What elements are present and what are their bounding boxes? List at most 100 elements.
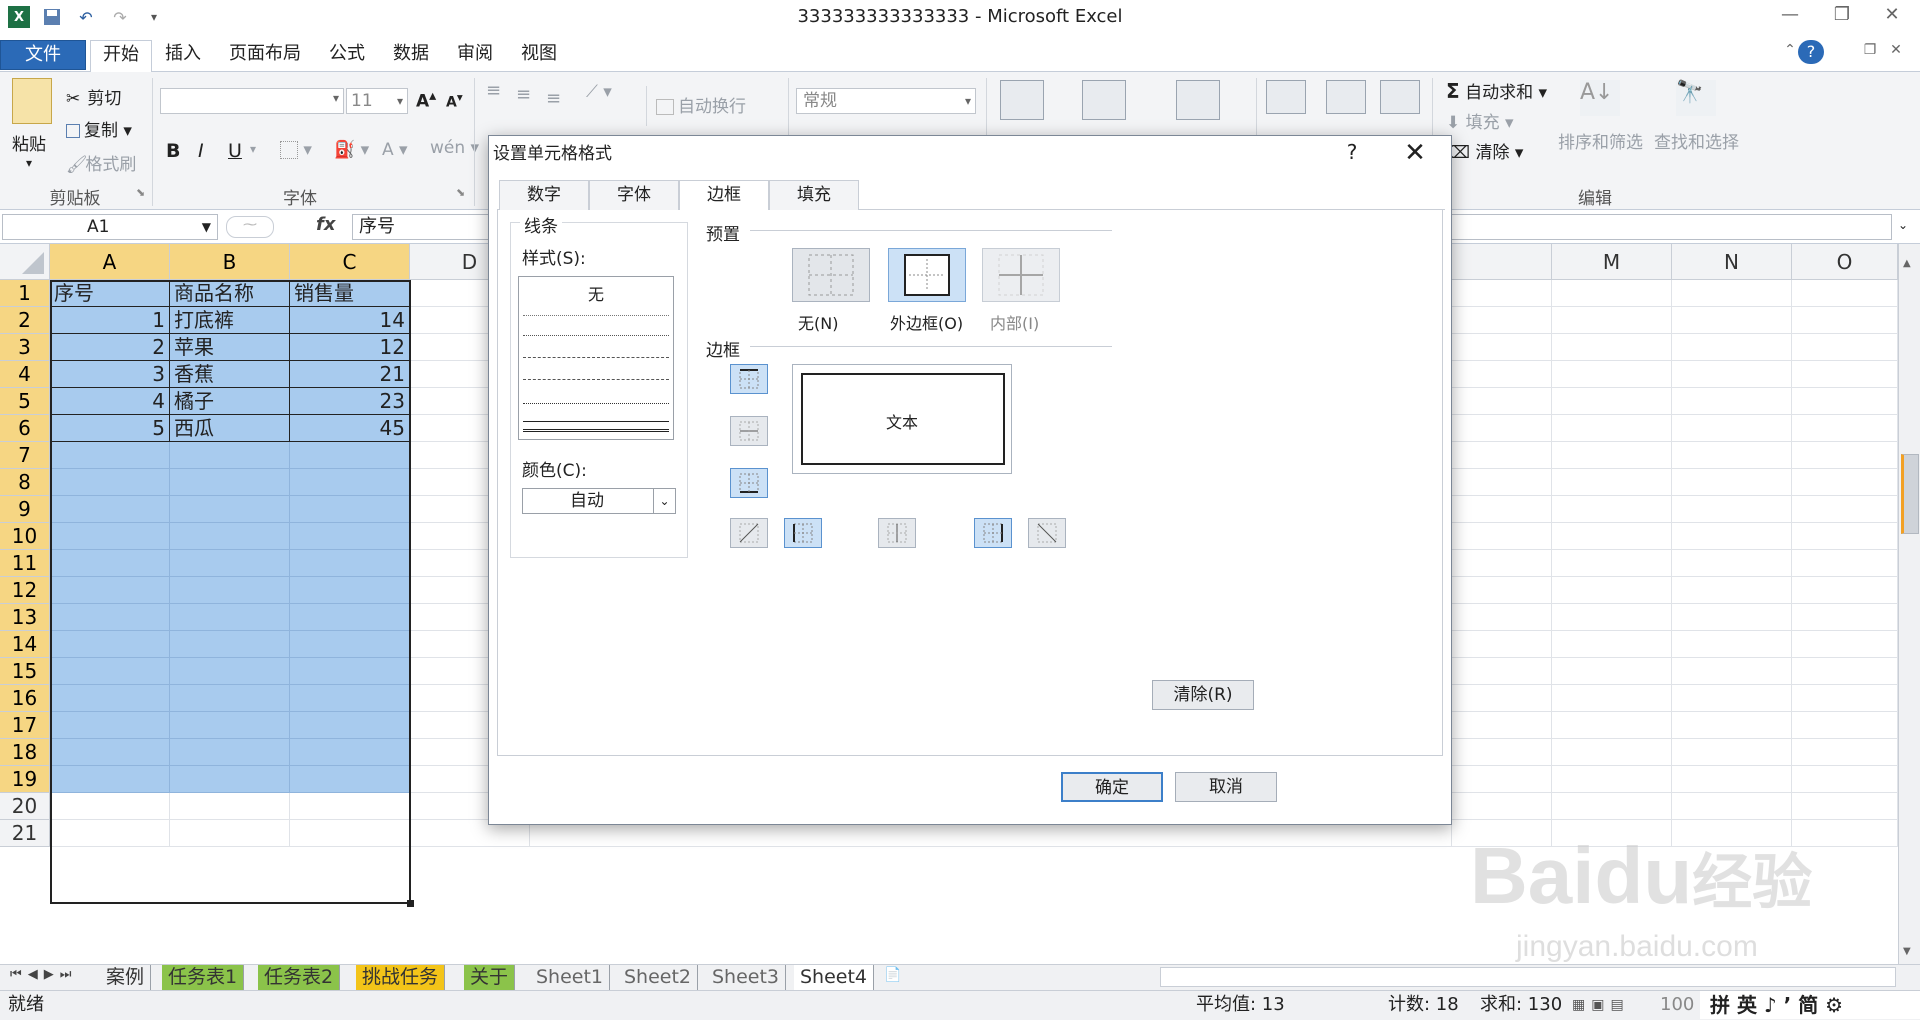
format-cells-icon[interactable] [1380, 80, 1420, 114]
grid-cell[interactable] [1672, 523, 1792, 550]
top-align-icon[interactable]: ≡ [486, 80, 501, 101]
grid-cell[interactable] [290, 712, 410, 739]
conditional-format-icon[interactable] [1000, 80, 1044, 120]
grid-cell[interactable] [170, 523, 290, 550]
grid-cell[interactable] [290, 442, 410, 469]
grid-cell[interactable]: 打底裤 [170, 307, 290, 334]
grid-cell[interactable] [1792, 604, 1898, 631]
font-size-combo[interactable]: 11 ▾ [346, 88, 408, 114]
grid-cell[interactable] [170, 604, 290, 631]
sheet-tab-sheet4[interactable]: Sheet4 [794, 965, 875, 990]
grid-cell[interactable] [1552, 685, 1672, 712]
grid-cell[interactable] [1672, 631, 1792, 658]
shrink-font-button[interactable]: A▾ [446, 90, 463, 111]
grid-cell[interactable] [1672, 577, 1792, 604]
grid-cell[interactable] [290, 523, 410, 550]
grid-cell[interactable] [1452, 334, 1552, 361]
grid-cell[interactable] [1672, 442, 1792, 469]
grid-cell[interactable] [1452, 739, 1552, 766]
line-style-option[interactable] [523, 315, 669, 316]
grid-cell[interactable] [290, 658, 410, 685]
row-header[interactable]: 18 [0, 739, 50, 766]
grid-cell[interactable]: 21 [290, 361, 410, 388]
grid-cell[interactable] [290, 604, 410, 631]
grid-cell[interactable] [1452, 442, 1552, 469]
grid-cell[interactable] [1552, 604, 1672, 631]
select-all-corner[interactable] [0, 244, 50, 280]
grid-cell[interactable] [290, 685, 410, 712]
grid-cell[interactable] [1672, 496, 1792, 523]
grid-cell[interactable] [50, 496, 170, 523]
grid-cell[interactable] [50, 712, 170, 739]
column-header-b[interactable]: B [170, 244, 290, 280]
grid-cell[interactable] [1552, 658, 1672, 685]
row-header[interactable]: 20 [0, 793, 50, 820]
grid-cell[interactable] [1552, 550, 1672, 577]
grid-cell[interactable] [170, 820, 290, 847]
grid-cell[interactable] [170, 685, 290, 712]
grid-cell[interactable]: 西瓜 [170, 415, 290, 442]
grid-cell[interactable] [1452, 685, 1552, 712]
grid-cell[interactable] [1452, 496, 1552, 523]
wrap-text-button[interactable]: 自动换行 [656, 92, 746, 117]
grid-cell[interactable]: 橘子 [170, 388, 290, 415]
border-middle-horizontal-button[interactable] [730, 416, 768, 446]
copy-button[interactable]: 复制 ▾ [66, 116, 132, 141]
line-style-option-selected[interactable] [523, 429, 669, 432]
cell-styles-icon[interactable] [1176, 80, 1220, 120]
row-header[interactable]: 6 [0, 415, 50, 442]
grid-cell[interactable] [1672, 469, 1792, 496]
grid-cell[interactable] [1792, 469, 1898, 496]
minimize-icon[interactable]: — [1770, 4, 1810, 30]
paste-dropdown-icon[interactable]: ▾ [26, 156, 32, 170]
grid-cell[interactable] [1452, 712, 1552, 739]
tab-border[interactable]: 边框 [679, 180, 769, 212]
grid-cell[interactable] [1672, 766, 1792, 793]
row-header[interactable]: 1 [0, 280, 50, 307]
scroll-thumb[interactable] [1901, 454, 1919, 534]
tab-font[interactable]: 字体 [589, 180, 679, 210]
grid-cell[interactable] [50, 442, 170, 469]
grid-cell[interactable] [1452, 631, 1552, 658]
grid-cell[interactable]: 23 [290, 388, 410, 415]
tab-formulas[interactable]: 公式 [322, 40, 372, 70]
grid-cell[interactable] [1552, 361, 1672, 388]
grid-cell[interactable] [1452, 604, 1552, 631]
row-header[interactable]: 5 [0, 388, 50, 415]
grid-cell[interactable] [1452, 280, 1552, 307]
line-style-option[interactable] [523, 403, 669, 404]
border-top-button[interactable] [730, 364, 768, 394]
border-middle-vertical-button[interactable] [878, 518, 916, 548]
border-diagonal-down-button[interactable] [1028, 518, 1066, 548]
grid-cell[interactable] [1672, 793, 1792, 820]
line-style-option[interactable] [523, 379, 669, 380]
view-switch-icons[interactable]: ▦▣▤ [1572, 991, 1630, 1019]
orientation-icon[interactable]: ⟋ ▾ [586, 82, 612, 102]
font-color-button[interactable]: A ▾ [382, 140, 408, 160]
grid-cell[interactable] [50, 685, 170, 712]
grid-cell[interactable] [50, 469, 170, 496]
grid-cell[interactable]: 序号 [50, 280, 170, 307]
grid-cell[interactable] [1672, 388, 1792, 415]
autosum-button[interactable]: Σ 自动求和 ▾ [1446, 78, 1547, 103]
row-header[interactable]: 12 [0, 577, 50, 604]
grid-cell[interactable] [290, 550, 410, 577]
grid-cell[interactable] [1792, 415, 1898, 442]
grid-cell[interactable] [1672, 658, 1792, 685]
row-header[interactable]: 14 [0, 631, 50, 658]
insert-sheet-icon[interactable]: 📄 [884, 967, 901, 983]
tab-number[interactable]: 数字 [499, 180, 589, 210]
grid-cell[interactable] [1792, 307, 1898, 334]
sheet-nav-arrows-icon[interactable]: ⏮◀▶⏭ [10, 967, 77, 982]
grid-cell[interactable] [1452, 577, 1552, 604]
insert-cells-icon[interactable] [1266, 80, 1306, 114]
underline-dropdown-icon[interactable]: ▾ [250, 142, 256, 156]
fill-color-button[interactable]: ⛽ ▾ [334, 140, 369, 160]
grid-cell[interactable] [1552, 415, 1672, 442]
border-diagonal-up-button[interactable] [730, 518, 768, 548]
grid-cell[interactable] [1672, 550, 1792, 577]
row-header[interactable]: 8 [0, 469, 50, 496]
sheet-tab-task1[interactable]: 任务表1 [162, 965, 245, 990]
grid-cell[interactable]: 香蕉 [170, 361, 290, 388]
grid-cell[interactable] [290, 496, 410, 523]
